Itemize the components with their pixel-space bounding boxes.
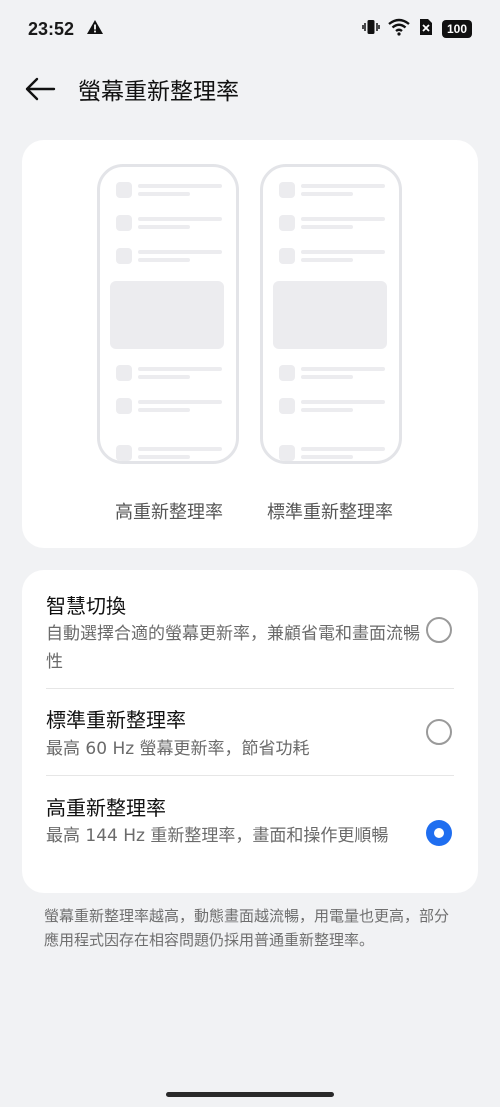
option-standard-refresh[interactable]: 標準重新整理率 最高 60 Hz 螢幕更新率，節省功耗 [22, 688, 478, 775]
back-button[interactable] [22, 71, 58, 107]
status-bar: 23:52 100 [0, 0, 500, 58]
vibrate-icon [362, 18, 380, 40]
status-right: 100 [362, 18, 472, 40]
radio-high-refresh[interactable] [426, 820, 452, 846]
option-description: 最高 144 Hz 重新整理率，畫面和操作更順暢 [46, 826, 389, 846]
arrow-left-icon [25, 77, 56, 101]
standard-refresh-preview-label: 標準重新整理率 [267, 502, 393, 523]
warning-icon [86, 19, 104, 40]
high-refresh-preview-label: 高重新整理率 [115, 502, 223, 523]
option-description: 自動選擇合適的螢幕更新率，兼顧省電和畫面流暢性 [46, 624, 420, 672]
wifi-icon [388, 18, 410, 40]
footer-note: 螢幕重新整理率越高，動態畫面越流暢，用電量也更高，部分應用程式因存在相容問題仍採… [44, 907, 450, 949]
option-high-refresh[interactable]: 高重新整理率 最高 144 Hz 重新整理率，畫面和操作更順暢 [22, 775, 478, 893]
option-title: 高重新整理率 [46, 796, 166, 820]
standard-refresh-phone-illustration [260, 164, 402, 464]
option-title: 智慧切換 [46, 594, 126, 618]
option-smart-switch[interactable]: 智慧切換 自動選擇合適的螢幕更新率，兼顧省電和畫面流暢性 [22, 570, 478, 688]
preview-card: 高重新整理率 標準重新整理率 [22, 140, 478, 548]
app-header: 螢幕重新整理率 [0, 64, 500, 114]
no-sim-icon [418, 18, 434, 40]
radio-smart-switch[interactable] [426, 617, 452, 643]
status-left: 23:52 [28, 19, 104, 40]
battery-icon: 100 [442, 20, 472, 38]
option-title: 標準重新整理率 [46, 708, 186, 732]
refresh-rate-options: 智慧切換 自動選擇合適的螢幕更新率，兼顧省電和畫面流暢性 標準重新整理率 最高 … [22, 570, 478, 893]
radio-standard-refresh[interactable] [426, 719, 452, 745]
clock: 23:52 [28, 18, 75, 39]
high-refresh-phone-illustration [97, 164, 239, 464]
option-description: 最高 60 Hz 螢幕更新率，節省功耗 [46, 739, 310, 759]
page-title: 螢幕重新整理率 [78, 79, 239, 105]
home-indicator[interactable] [166, 1092, 334, 1097]
